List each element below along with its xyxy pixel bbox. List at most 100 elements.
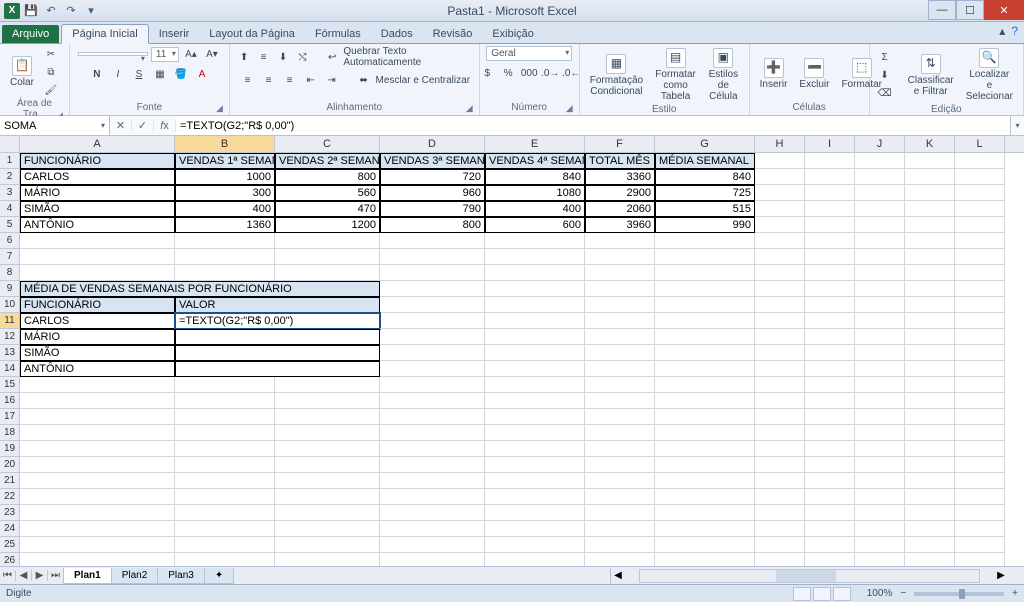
align-top-icon[interactable]: ⬆ xyxy=(236,49,252,65)
cell-H25[interactable] xyxy=(755,537,805,553)
cell-H15[interactable] xyxy=(755,377,805,393)
cell-F3[interactable]: 2900 xyxy=(585,185,655,201)
cell-E7[interactable] xyxy=(485,249,585,265)
cell-A5[interactable]: ANTÔNIO xyxy=(20,217,175,233)
cell-C3[interactable]: 560 xyxy=(275,185,380,201)
cell-C24[interactable] xyxy=(275,521,380,537)
cell-F17[interactable] xyxy=(585,409,655,425)
cell-F21[interactable] xyxy=(585,473,655,489)
cell-G20[interactable] xyxy=(655,457,755,473)
row-header-15[interactable]: 15 xyxy=(0,377,20,393)
cell-E11[interactable] xyxy=(485,313,585,329)
format-painter-icon[interactable]: 🖌 xyxy=(42,82,60,98)
cell-L2[interactable] xyxy=(955,169,1005,185)
cell-J14[interactable] xyxy=(855,361,905,377)
cell-D22[interactable] xyxy=(380,489,485,505)
cell-F25[interactable] xyxy=(585,537,655,553)
cell-E12[interactable] xyxy=(485,329,585,345)
cell-A23[interactable] xyxy=(20,505,175,521)
cell-L22[interactable] xyxy=(955,489,1005,505)
cell-H12[interactable] xyxy=(755,329,805,345)
cell-G23[interactable] xyxy=(655,505,755,521)
cell-F13[interactable] xyxy=(585,345,655,361)
cell-J18[interactable] xyxy=(855,425,905,441)
cell-C15[interactable] xyxy=(275,377,380,393)
cell-H19[interactable] xyxy=(755,441,805,457)
cell-B14[interactable] xyxy=(175,361,380,377)
cell-B18[interactable] xyxy=(175,425,275,441)
cell-F20[interactable] xyxy=(585,457,655,473)
cell-F11[interactable] xyxy=(585,313,655,329)
cell-L14[interactable] xyxy=(955,361,1005,377)
cell-K18[interactable] xyxy=(905,425,955,441)
bold-button[interactable]: N xyxy=(88,66,106,82)
cell-H1[interactable] xyxy=(755,153,805,169)
cell-B19[interactable] xyxy=(175,441,275,457)
cell-L8[interactable] xyxy=(955,265,1005,281)
cell-H3[interactable] xyxy=(755,185,805,201)
cell-J11[interactable] xyxy=(855,313,905,329)
cell-E4[interactable]: 400 xyxy=(485,201,585,217)
orientation-icon[interactable]: ⤭ xyxy=(294,49,310,65)
cell-L13[interactable] xyxy=(955,345,1005,361)
cell-K25[interactable] xyxy=(905,537,955,553)
cell-C21[interactable] xyxy=(275,473,380,489)
cell-J16[interactable] xyxy=(855,393,905,409)
sheet-nav-prev-icon[interactable]: ◀ xyxy=(16,570,32,581)
row-header-6[interactable]: 6 xyxy=(0,233,20,249)
cell-L6[interactable] xyxy=(955,233,1005,249)
cell-J12[interactable] xyxy=(855,329,905,345)
col-header-K[interactable]: K xyxy=(905,136,955,152)
cell-J24[interactable] xyxy=(855,521,905,537)
cell-I8[interactable] xyxy=(805,265,855,281)
expand-formula-bar-icon[interactable]: ▾ xyxy=(1010,116,1024,135)
grow-font-icon[interactable]: A▴ xyxy=(182,46,200,62)
cell-A24[interactable] xyxy=(20,521,175,537)
cell-A7[interactable] xyxy=(20,249,175,265)
zoom-level[interactable]: 100% xyxy=(867,588,893,599)
cell-D16[interactable] xyxy=(380,393,485,409)
autosum-icon[interactable]: Σ xyxy=(876,49,894,65)
cell-A11[interactable]: CARLOS xyxy=(20,313,175,329)
qat-more-icon[interactable]: ▾ xyxy=(82,3,100,19)
cell-L11[interactable] xyxy=(955,313,1005,329)
cell-I18[interactable] xyxy=(805,425,855,441)
cell-L23[interactable] xyxy=(955,505,1005,521)
cell-B2[interactable]: 1000 xyxy=(175,169,275,185)
horizontal-scrollbar[interactable]: ◀ ▶ xyxy=(610,568,1008,584)
cell-K5[interactable] xyxy=(905,217,955,233)
cell-L24[interactable] xyxy=(955,521,1005,537)
tab-layout[interactable]: Layout da Página xyxy=(199,25,305,43)
row-header-3[interactable]: 3 xyxy=(0,185,20,201)
cell-L12[interactable] xyxy=(955,329,1005,345)
percent-icon[interactable]: % xyxy=(499,65,517,81)
fill-color-icon[interactable]: 🪣 xyxy=(172,66,190,82)
cell-A20[interactable] xyxy=(20,457,175,473)
row-header-17[interactable]: 17 xyxy=(0,409,20,425)
maximize-button[interactable]: ☐ xyxy=(956,0,984,20)
cell-C5[interactable]: 1200 xyxy=(275,217,380,233)
cell-C19[interactable] xyxy=(275,441,380,457)
view-layout-icon[interactable] xyxy=(813,587,831,601)
sheet-nav-last-icon[interactable]: ⏭ xyxy=(48,570,64,581)
cell-I13[interactable] xyxy=(805,345,855,361)
merge-icon[interactable]: ⬌ xyxy=(355,72,373,88)
underline-button[interactable]: S xyxy=(130,66,148,82)
row-header-2[interactable]: 2 xyxy=(0,169,20,185)
cell-I6[interactable] xyxy=(805,233,855,249)
view-normal-icon[interactable] xyxy=(793,587,811,601)
cell-I21[interactable] xyxy=(805,473,855,489)
cell-I20[interactable] xyxy=(805,457,855,473)
cell-D6[interactable] xyxy=(380,233,485,249)
cell-G26[interactable] xyxy=(655,553,755,566)
cell-H18[interactable] xyxy=(755,425,805,441)
cell-J5[interactable] xyxy=(855,217,905,233)
cell-C22[interactable] xyxy=(275,489,380,505)
fill-icon[interactable]: ⬇ xyxy=(876,67,894,83)
cell-C4[interactable]: 470 xyxy=(275,201,380,217)
cell-J15[interactable] xyxy=(855,377,905,393)
tab-insert[interactable]: Inserir xyxy=(149,25,200,43)
cell-J3[interactable] xyxy=(855,185,905,201)
cell-H6[interactable] xyxy=(755,233,805,249)
cell-C8[interactable] xyxy=(275,265,380,281)
